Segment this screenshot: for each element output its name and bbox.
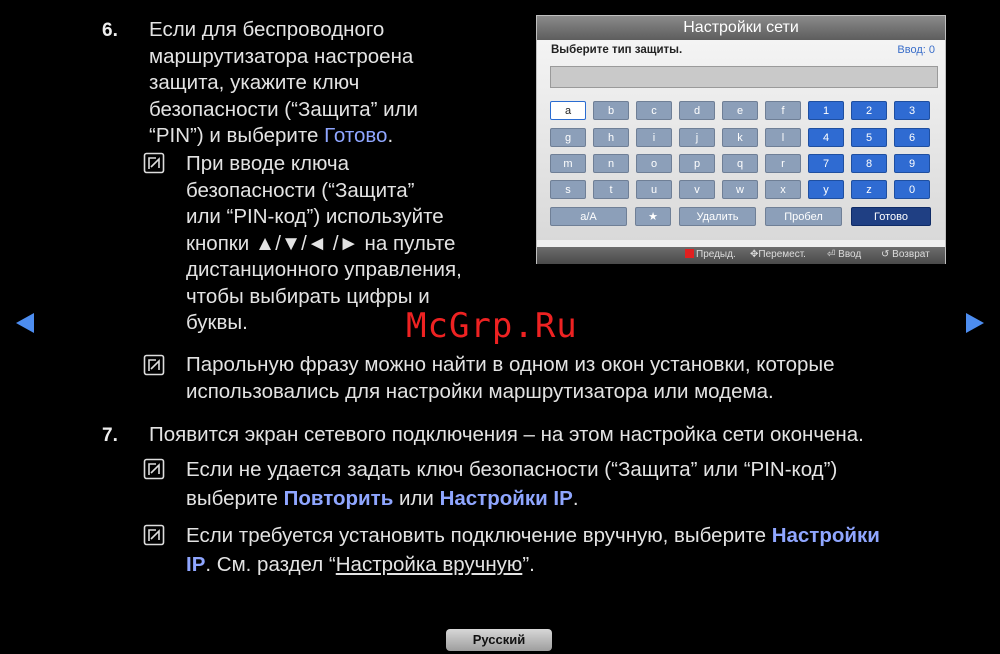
done-link[interactable]: Готово [324, 124, 387, 147]
key-0[interactable]: 0 [894, 180, 930, 199]
done-key[interactable]: Готово [851, 207, 931, 226]
text-line: При вводе ключа [186, 152, 350, 175]
text-line: использовались для настройки маршрутизат… [186, 379, 774, 403]
text-line: IP. См. раздел “Настройка вручную”. [186, 553, 535, 576]
key-v[interactable]: v [679, 180, 715, 199]
ip-settings-link[interactable]: Настройки IP [440, 487, 573, 510]
key-j[interactable]: j [679, 128, 715, 147]
footer-move: ✥Перемест. [750, 249, 806, 260]
text-line: дистанционного управления, [186, 258, 462, 281]
key-5[interactable]: 5 [851, 128, 887, 147]
key-2[interactable]: 2 [851, 101, 887, 120]
text-line: “PIN”) и выберите Готово. [149, 124, 394, 147]
key-l[interactable]: l [765, 128, 801, 147]
delete-key[interactable]: Удалить [679, 207, 756, 226]
key-p[interactable]: p [679, 154, 715, 173]
step-7-note-2: Если требуется установить подключение вр… [186, 521, 880, 579]
dialog-footer: Предыд. ✥Перемест. ⏎ Ввод ↺ Возврат [537, 247, 945, 264]
text-line: выберите Повторить или Настройки IP. [186, 487, 579, 510]
key-7[interactable]: 7 [808, 154, 844, 173]
key-c[interactable]: c [636, 101, 672, 120]
note-icon [143, 354, 165, 376]
space-key[interactable]: Пробел [765, 207, 842, 226]
dialog-title: Настройки сети [537, 16, 945, 40]
text-line: Если не удается задать ключ безопасности… [186, 458, 838, 481]
text-line: Парольную фразу можно найти в одном из о… [186, 353, 835, 376]
text-line: или “PIN-код”) используйте [186, 205, 444, 228]
text-line: Если для беспроводного [149, 18, 385, 41]
key-8[interactable]: 8 [851, 154, 887, 173]
key-x[interactable]: x [765, 180, 801, 199]
step-6-number: 6. [102, 20, 118, 41]
ip-settings-link-a[interactable]: Настройки [772, 524, 880, 547]
return-icon: ↺ [881, 249, 893, 260]
key-r[interactable]: r [765, 154, 801, 173]
text-line: защита, укажите ключ [149, 71, 360, 94]
red-button-icon [685, 249, 694, 258]
key-a[interactable]: a [550, 101, 586, 120]
key-t[interactable]: t [593, 180, 629, 199]
footer-prev: Предыд. [685, 249, 736, 260]
key-o[interactable]: o [636, 154, 672, 173]
shift-key[interactable]: a/A [550, 207, 627, 226]
key-6[interactable]: 6 [894, 128, 930, 147]
key-d[interactable]: d [679, 101, 715, 120]
note-icon [143, 458, 165, 480]
key-i[interactable]: i [636, 128, 672, 147]
key-h[interactable]: h [593, 128, 629, 147]
text-line: маршрутизатора настроена [149, 44, 414, 68]
key-e[interactable]: e [722, 101, 758, 120]
star-key[interactable]: ★ [635, 207, 671, 226]
key-n[interactable]: n [593, 154, 629, 173]
key-w[interactable]: w [722, 180, 758, 199]
key-s[interactable]: s [550, 180, 586, 199]
language-button[interactable]: Русский [446, 629, 552, 651]
footer-back: ↺ Возврат [881, 249, 930, 260]
key-u[interactable]: u [636, 180, 672, 199]
ip-settings-link-b[interactable]: IP [186, 553, 205, 576]
network-settings-dialog: Настройки сети Выберите тип защиты. Ввод… [536, 15, 946, 264]
key-1[interactable]: 1 [808, 101, 844, 120]
key-4[interactable]: 4 [808, 128, 844, 147]
key-k[interactable]: k [722, 128, 758, 147]
text-line: Если требуется установить подключение вр… [186, 524, 880, 547]
input-count: Ввод: 0 [897, 44, 935, 56]
watermark: McGrp.Ru [406, 306, 578, 346]
key-g[interactable]: g [550, 128, 586, 147]
left-arrow-icon[interactable] [16, 313, 34, 333]
right-arrow-icon[interactable] [966, 313, 984, 333]
key-f[interactable]: f [765, 101, 801, 120]
step-6-text: Если для беспроводного маршрутизатора на… [149, 17, 418, 150]
footer-enter: ⏎ Ввод [827, 249, 862, 260]
enter-icon: ⏎ [827, 249, 839, 260]
text-line: кнопки ▲/▼/◄ /► на пульте [186, 231, 456, 255]
manual-setup-link[interactable]: Настройка вручную [336, 553, 523, 576]
note-icon [143, 524, 165, 546]
step-7-number: 7. [102, 425, 118, 446]
retry-link[interactable]: Повторить [284, 487, 394, 510]
step-7-note-1: Если не удается задать ключ безопасности… [186, 455, 837, 513]
key-m[interactable]: m [550, 154, 586, 173]
key-b[interactable]: b [593, 101, 629, 120]
key-3[interactable]: 3 [894, 101, 930, 120]
key-y[interactable]: y [808, 180, 844, 199]
key-9[interactable]: 9 [894, 154, 930, 173]
note-icon [143, 152, 165, 174]
step-7-text: Появится экран сетевого подключения – на… [149, 423, 864, 446]
text-line: безопасности (“Защита” или [149, 97, 418, 121]
dialog-prompt: Выберите тип защиты. [551, 44, 683, 56]
security-key-input[interactable] [550, 66, 938, 88]
step-6-note-2: Парольную фразу можно найти в одном из о… [186, 352, 835, 405]
key-z[interactable]: z [851, 180, 887, 199]
text-line: безопасности (“Защита” [186, 178, 415, 202]
key-q[interactable]: q [722, 154, 758, 173]
